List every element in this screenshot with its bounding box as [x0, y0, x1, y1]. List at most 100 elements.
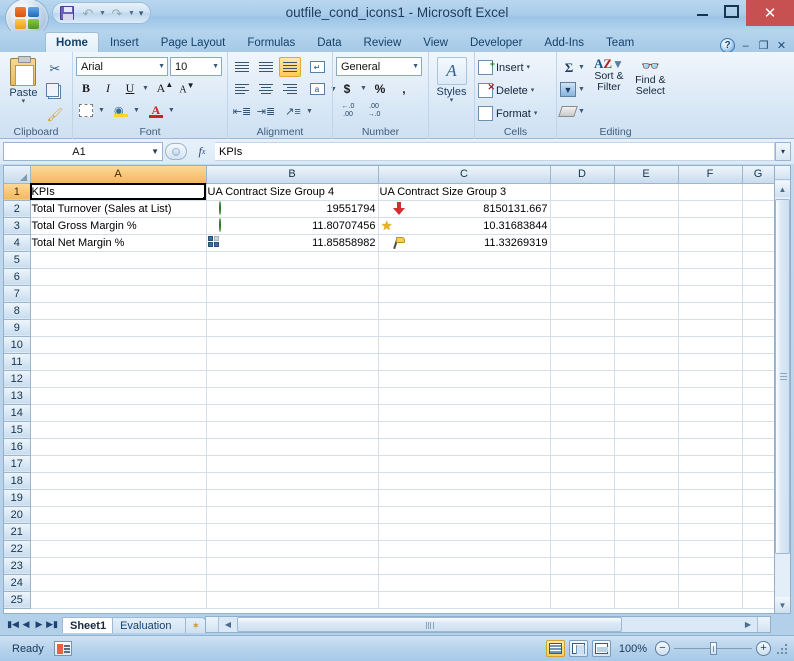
row-header-3[interactable]: 3: [4, 217, 31, 235]
cell-d17[interactable]: [550, 455, 615, 473]
cell-b3[interactable]: 11.80707456: [206, 217, 379, 235]
cell-f2[interactable]: [678, 200, 743, 218]
cell-a5[interactable]: [30, 251, 207, 269]
select-all-button[interactable]: [4, 166, 31, 184]
cell-f12[interactable]: [678, 370, 743, 388]
cell-c4[interactable]: 11.33269319: [378, 234, 551, 252]
format-painter-button[interactable]: 🖌: [44, 105, 66, 125]
styles-button[interactable]: A Styles ▾: [432, 57, 471, 104]
cell-c2[interactable]: 8150131.667: [378, 200, 551, 218]
insert-worksheet-button[interactable]: ✶: [184, 616, 207, 633]
styles-dropdown-icon[interactable]: ▾: [450, 97, 454, 104]
cell-f17[interactable]: [678, 455, 743, 473]
fill-dropdown-icon[interactable]: ▼: [578, 86, 585, 93]
cell-f25[interactable]: [678, 591, 743, 609]
row-header-13[interactable]: 13: [4, 387, 31, 405]
cell-g9[interactable]: [742, 319, 775, 337]
clear-dropdown-icon[interactable]: ▼: [578, 108, 585, 115]
row-header-6[interactable]: 6: [4, 268, 31, 286]
cell-a8[interactable]: [30, 302, 207, 320]
horizontal-scrollbar[interactable]: ◀ ▶: [205, 616, 771, 633]
borders-button[interactable]: [76, 100, 96, 120]
column-header-d[interactable]: D: [550, 166, 615, 184]
cell-e5[interactable]: [614, 251, 679, 269]
row-header-14[interactable]: 14: [4, 404, 31, 422]
cell-b1[interactable]: UA Contract Size Group 4: [206, 183, 379, 201]
vertical-scroll-thumb[interactable]: [775, 199, 790, 554]
cell-g11[interactable]: [742, 353, 775, 371]
cell-e7[interactable]: [614, 285, 679, 303]
cell-d18[interactable]: [550, 472, 615, 490]
cell-c10[interactable]: [378, 336, 551, 354]
align-bottom-button[interactable]: [279, 57, 301, 77]
cell-b9[interactable]: [206, 319, 379, 337]
cell-g4[interactable]: [742, 234, 775, 252]
cell-a10[interactable]: [30, 336, 207, 354]
decrease-decimal-button[interactable]: .00 →.0: [362, 101, 386, 122]
cell-d16[interactable]: [550, 438, 615, 456]
row-header-21[interactable]: 21: [4, 523, 31, 541]
cell-g17[interactable]: [742, 455, 775, 473]
shrink-font-button[interactable]: A▼: [177, 78, 197, 98]
cell-a13[interactable]: [30, 387, 207, 405]
cell-b6[interactable]: [206, 268, 379, 286]
insert-cells-button[interactable]: + Insert ▾: [478, 57, 537, 78]
zoom-out-button[interactable]: −: [655, 641, 670, 656]
cell-f18[interactable]: [678, 472, 743, 490]
cell-g7[interactable]: [742, 285, 775, 303]
cell-g25[interactable]: [742, 591, 775, 609]
paste-button[interactable]: Paste ▾: [3, 56, 44, 105]
cell-e4[interactable]: [614, 234, 679, 252]
last-sheet-icon[interactable]: ▶▮: [46, 619, 58, 630]
align-left-button[interactable]: [231, 79, 253, 99]
cell-f13[interactable]: [678, 387, 743, 405]
cell-a7[interactable]: [30, 285, 207, 303]
cell-d12[interactable]: [550, 370, 615, 388]
vertical-split-box[interactable]: [775, 166, 790, 180]
cell-f22[interactable]: [678, 540, 743, 558]
cell-f15[interactable]: [678, 421, 743, 439]
close-workbook-icon[interactable]: ✕: [774, 39, 789, 52]
zoom-slider[interactable]: [674, 641, 752, 656]
cell-g10[interactable]: [742, 336, 775, 354]
cell-d5[interactable]: [550, 251, 615, 269]
cell-f1[interactable]: [678, 183, 743, 201]
tab-data[interactable]: Data: [306, 32, 352, 53]
cell-a21[interactable]: [30, 523, 207, 541]
cell-g21[interactable]: [742, 523, 775, 541]
cell-d8[interactable]: [550, 302, 615, 320]
cell-c20[interactable]: [378, 506, 551, 524]
vertical-scrollbar[interactable]: ▲ ▼: [774, 165, 791, 614]
insert-function-icon[interactable]: fx: [189, 142, 215, 161]
normal-view-button[interactable]: [545, 640, 565, 657]
cell-g16[interactable]: [742, 438, 775, 456]
cell-e19[interactable]: [614, 489, 679, 507]
cell-e3[interactable]: [614, 217, 679, 235]
row-header-5[interactable]: 5: [4, 251, 31, 269]
row-header-15[interactable]: 15: [4, 421, 31, 439]
cell-c11[interactable]: [378, 353, 551, 371]
tab-add-ins[interactable]: Add-Ins: [533, 32, 595, 53]
cell-a3[interactable]: Total Gross Margin %: [30, 217, 207, 235]
orientation-button[interactable]: ↗≡: [282, 101, 304, 121]
page-layout-view-button[interactable]: [568, 640, 588, 657]
italic-button[interactable]: I: [98, 78, 118, 98]
cell-a23[interactable]: [30, 557, 207, 575]
fill-color-button[interactable]: ◉: [111, 100, 131, 120]
row-header-17[interactable]: 17: [4, 455, 31, 473]
sheet-tab-evaluation-warning[interactable]: Evaluation Warning: [112, 616, 189, 648]
zoom-in-button[interactable]: +: [756, 641, 771, 656]
paste-dropdown-icon[interactable]: ▾: [22, 98, 26, 105]
sheet-tab-sheet1[interactable]: Sheet1: [62, 616, 117, 633]
cell-a18[interactable]: [30, 472, 207, 490]
cell-c16[interactable]: [378, 438, 551, 456]
resize-grip-icon[interactable]: [775, 642, 788, 655]
cell-c24[interactable]: [378, 574, 551, 592]
cell-e15[interactable]: [614, 421, 679, 439]
format-dropdown-icon[interactable]: ▾: [534, 110, 538, 117]
underline-button[interactable]: U: [120, 78, 140, 98]
currency-button[interactable]: $: [336, 78, 358, 99]
tab-formulas[interactable]: Formulas: [236, 32, 306, 53]
cell-a12[interactable]: [30, 370, 207, 388]
cell-d2[interactable]: [550, 200, 615, 218]
